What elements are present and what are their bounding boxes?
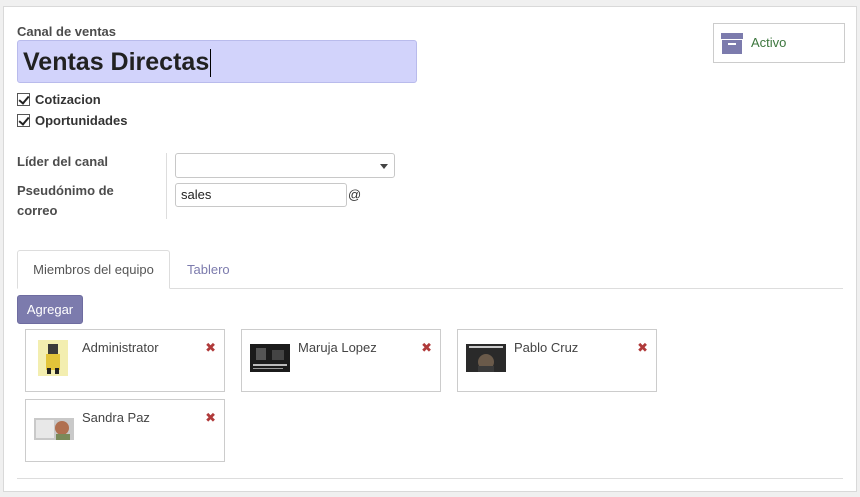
checkbox-oportunidades[interactable]: Oportunidades — [17, 113, 127, 128]
active-label: Activo — [751, 35, 787, 50]
member-name: Pablo Cruz — [514, 340, 579, 355]
remove-icon[interactable]: ✖ — [637, 340, 648, 356]
member-name: Sandra Paz — [82, 410, 150, 425]
alias-input[interactable]: sales — [175, 183, 347, 207]
member-card[interactable]: Maruja Lopez ✖ — [241, 329, 441, 392]
remove-icon[interactable]: ✖ — [205, 340, 216, 356]
avatar — [466, 338, 506, 378]
channel-label: Canal de ventas — [17, 24, 116, 39]
channel-name-value: Ventas Directas — [23, 48, 210, 76]
chevron-down-icon — [380, 164, 388, 169]
member-name: Administrator — [82, 340, 159, 355]
checkbox-checked-icon[interactable] — [17, 114, 30, 127]
checkbox-label: Cotizacion — [35, 92, 101, 107]
tab-tablero[interactable]: Tablero — [187, 262, 230, 277]
avatar — [250, 338, 290, 378]
text-cursor — [210, 49, 212, 78]
archive-icon — [721, 33, 743, 54]
remove-icon[interactable]: ✖ — [421, 340, 432, 356]
member-card[interactable]: Pablo Cruz ✖ — [457, 329, 657, 392]
alias-label-line2: correo — [17, 203, 58, 218]
avatar — [34, 408, 74, 448]
tab-miembros[interactable]: Miembros del equipo — [17, 250, 170, 289]
member-name: Maruja Lopez — [298, 340, 377, 355]
checkbox-cotizacion[interactable]: Cotizacion — [17, 92, 101, 107]
avatar — [34, 338, 74, 378]
member-card[interactable]: Sandra Paz ✖ — [25, 399, 225, 462]
checkbox-checked-icon[interactable] — [17, 93, 30, 106]
field-separator — [166, 153, 167, 219]
remove-icon[interactable]: ✖ — [205, 410, 216, 426]
add-member-button[interactable]: Agregar — [17, 295, 83, 324]
bottom-divider — [17, 478, 843, 479]
active-toggle-button[interactable]: Activo — [713, 23, 845, 63]
alias-suffix: @ — [348, 187, 362, 202]
leader-select[interactable] — [175, 153, 395, 178]
member-card[interactable]: Administrator ✖ — [25, 329, 225, 392]
leader-label: Líder del canal — [17, 154, 109, 169]
alias-label-line1: Pseudónimo de — [17, 183, 114, 198]
channel-name-input[interactable]: Ventas Directas — [17, 40, 417, 83]
form-sheet: Canal de ventas Ventas Directas Cotizaci… — [3, 6, 857, 492]
checkbox-label: Oportunidades — [35, 113, 128, 128]
